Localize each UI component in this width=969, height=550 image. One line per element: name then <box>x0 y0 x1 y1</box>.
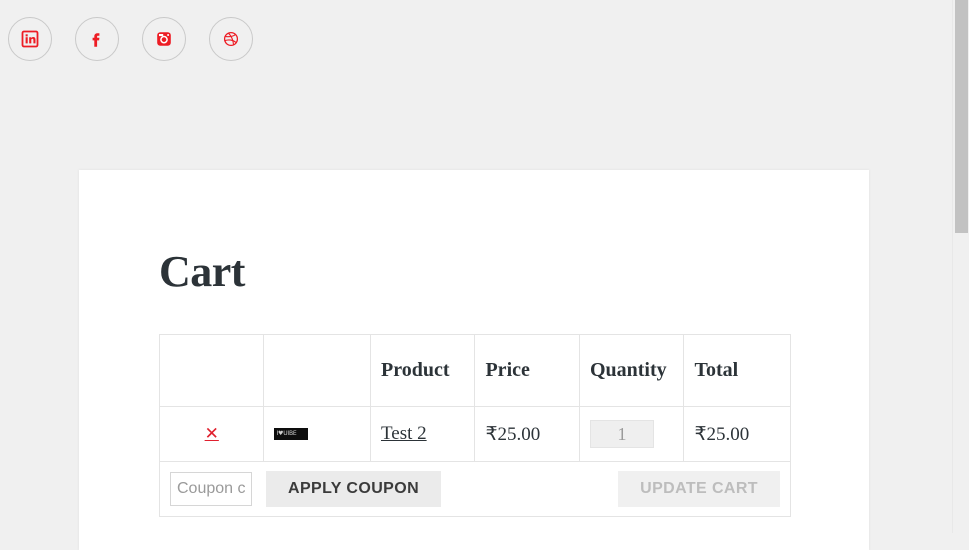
cell-price: ₹25.00 <box>474 406 580 462</box>
quantity-input[interactable] <box>589 420 654 448</box>
cart-section: Product Price Quantity Total ✕ I♥UIBE Te… <box>79 294 869 517</box>
social-link-instagram[interactable] <box>142 17 186 61</box>
social-link-dribbble[interactable] <box>209 17 253 61</box>
cart-table-head: Product Price Quantity Total <box>158 334 791 407</box>
cart-page-card: Cart Product Price Quantity Total ✕ I♥UI… <box>79 170 869 550</box>
apply-coupon-button[interactable]: APPLY COUPON <box>266 471 442 507</box>
remove-item-icon[interactable]: ✕ <box>205 426 219 443</box>
column-header-remove <box>158 334 265 407</box>
product-thumbnail-link[interactable]: I♥UIBE <box>274 428 360 440</box>
instagram-icon <box>154 29 174 49</box>
coupon-code-input[interactable] <box>170 472 252 506</box>
product-name-link[interactable]: Test 2 <box>381 423 427 444</box>
column-header-product: Product <box>369 334 476 407</box>
column-header-price: Price <box>474 334 580 407</box>
cell-total: ₹25.00 <box>683 406 791 462</box>
social-link-facebook[interactable] <box>75 17 119 61</box>
column-header-total: Total <box>683 334 791 407</box>
page-title: Cart <box>159 247 245 296</box>
product-thumbnail-image: I♥UIBE <box>274 428 309 440</box>
cart-table: Product Price Quantity Total ✕ I♥UIBE Te… <box>158 334 791 517</box>
cart-actions-cell: APPLY COUPON UPDATE CART <box>159 461 791 517</box>
cell-remove: ✕ <box>158 406 265 462</box>
social-bar <box>0 0 969 78</box>
update-cart-button[interactable]: UPDATE CART <box>618 471 780 507</box>
product-thumbnail-text: I♥UIBE <box>276 430 297 437</box>
column-header-quantity: Quantity <box>578 334 685 407</box>
cell-product: Test 2 <box>369 406 476 462</box>
cell-quantity <box>578 406 685 462</box>
facebook-icon <box>87 29 107 49</box>
cell-thumbnail: I♥UIBE <box>263 406 371 462</box>
table-row: ✕ I♥UIBE Test 2 ₹25.00 1 ₹25.00 <box>158 406 791 462</box>
table-header-row: Product Price Quantity Total <box>158 334 791 407</box>
page-scrollbar-thumb[interactable] <box>955 0 968 233</box>
cart-actions-row: APPLY COUPON UPDATE CART <box>159 461 791 517</box>
column-header-thumbnail <box>263 334 371 407</box>
dribbble-icon <box>221 29 241 49</box>
page-scrollbar-track[interactable] <box>952 0 969 533</box>
social-link-linkedin[interactable] <box>8 17 52 61</box>
cart-table-body: ✕ I♥UIBE Test 2 ₹25.00 1 ₹25.00 Coupon c… <box>158 406 791 517</box>
linkedin-icon <box>20 29 40 49</box>
